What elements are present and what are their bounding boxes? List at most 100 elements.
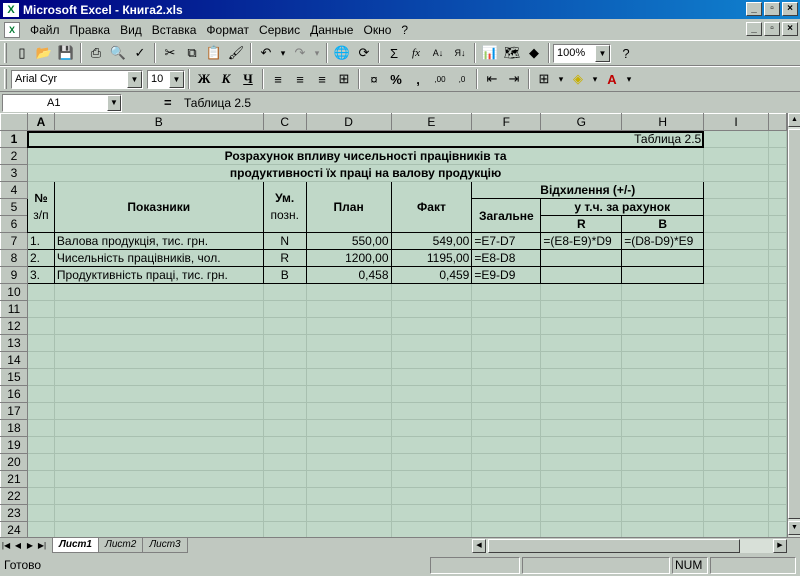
select-all-corner[interactable] [0,113,28,131]
cell[interactable] [53,504,264,522]
cell[interactable] [26,504,55,522]
sheet-tab-3[interactable]: Лист3 [142,538,188,553]
decrease-indent-icon[interactable]: ⇤ [481,68,503,90]
menu-tools[interactable]: Сервис [255,23,304,37]
cell[interactable] [53,351,264,369]
borders-icon[interactable]: ⊞ [533,68,555,90]
vertical-scroll-thumb[interactable] [788,129,800,519]
cell[interactable] [262,317,307,335]
sheet-tab-1[interactable]: Лист1 [52,538,99,553]
cell[interactable] [262,351,307,369]
cell[interactable] [621,317,705,335]
cell[interactable] [703,351,769,369]
cell-no[interactable]: 3. [26,266,55,284]
vertical-scrollbar[interactable]: ▲ ▼ [787,113,800,537]
menu-view[interactable]: Вид [116,23,146,37]
percent-button[interactable]: % [385,68,407,90]
increase-indent-icon[interactable]: ⇥ [503,68,525,90]
cell-fact[interactable]: 549,00 [390,232,473,250]
cell[interactable] [305,402,392,420]
row-header[interactable]: 2 [0,147,28,165]
cell[interactable] [471,283,542,301]
cell[interactable] [390,402,473,420]
header-total[interactable]: Загальне [471,198,542,233]
prev-sheet-icon[interactable]: ◀ [12,539,24,553]
cell[interactable] [305,283,392,301]
cell[interactable] [471,351,542,369]
cell[interactable] [53,368,264,386]
cell[interactable] [471,470,542,488]
align-center-icon[interactable]: ≡ [289,68,311,90]
cell[interactable] [53,436,264,454]
paste-icon[interactable]: 📋 [203,42,225,64]
cell[interactable] [305,334,392,352]
cell[interactable] [390,436,473,454]
cell[interactable] [305,317,392,335]
cell-plan[interactable]: 1200,00 [305,249,392,267]
row-header[interactable]: 4 [0,181,28,199]
header-deviation[interactable]: Відхилення (+/-) [471,181,705,199]
copy-icon[interactable]: ⧉ [181,42,203,64]
open-folder-icon[interactable]: 📂 [33,42,55,64]
cell[interactable] [540,283,623,301]
cell[interactable] [262,300,307,318]
cell[interactable] [621,334,705,352]
menu-insert[interactable]: Вставка [148,23,201,37]
font-name-combo[interactable]: Arial Cyr ▼ [11,69,143,89]
hyperlink-icon[interactable]: 🌐 [331,42,353,64]
cell[interactable] [621,436,705,454]
cell-r[interactable] [540,249,623,267]
chevron-down-icon[interactable]: ▾ [555,68,567,90]
cell[interactable] [767,368,787,386]
cell[interactable] [703,436,769,454]
cell[interactable] [26,351,55,369]
cell[interactable] [703,385,769,403]
close-button[interactable]: × [782,2,798,16]
print-preview-icon[interactable]: 🔍 [107,42,129,64]
cell[interactable] [540,487,623,505]
cell[interactable] [262,283,307,301]
cell[interactable] [767,470,787,488]
cell[interactable] [305,470,392,488]
cell[interactable] [390,453,473,471]
cell[interactable] [53,487,264,505]
cell[interactable] [703,164,769,182]
cell[interactable] [390,283,473,301]
cell[interactable] [262,453,307,471]
row-header[interactable]: 7 [0,232,28,250]
cell[interactable] [26,283,55,301]
cell[interactable] [703,419,769,437]
cell-total[interactable]: =E8-D8 [471,249,542,267]
column-header-a[interactable]: A [26,113,55,131]
menu-format[interactable]: Формат [202,23,253,37]
cell[interactable] [53,283,264,301]
cell[interactable] [540,385,623,403]
cell[interactable] [703,334,769,352]
cell[interactable] [540,300,623,318]
cell[interactable] [262,334,307,352]
undo-icon[interactable]: ↶ [255,42,277,64]
format-painter-icon[interactable]: 🖌 [225,42,247,64]
cell[interactable] [26,521,55,537]
cell[interactable] [540,470,623,488]
redo-dropdown-icon[interactable]: ▾ [311,42,323,64]
cell[interactable] [26,385,55,403]
cell[interactable] [471,317,542,335]
align-right-icon[interactable]: ≡ [311,68,333,90]
cell[interactable] [767,147,787,165]
document-icon[interactable]: X [4,21,20,38]
cell[interactable] [305,487,392,505]
row-header[interactable]: 21 [0,470,28,488]
cell[interactable] [53,419,264,437]
cell[interactable] [703,504,769,522]
cell[interactable] [305,368,392,386]
cell[interactable] [767,232,787,250]
cell[interactable] [621,385,705,403]
cell-no[interactable]: 2. [26,249,55,267]
cell-plan[interactable]: 550,00 [305,232,392,250]
cell[interactable] [767,402,787,420]
row-header[interactable]: 17 [0,402,28,420]
cell[interactable] [53,317,264,335]
cell[interactable] [703,453,769,471]
cell[interactable] [703,300,769,318]
